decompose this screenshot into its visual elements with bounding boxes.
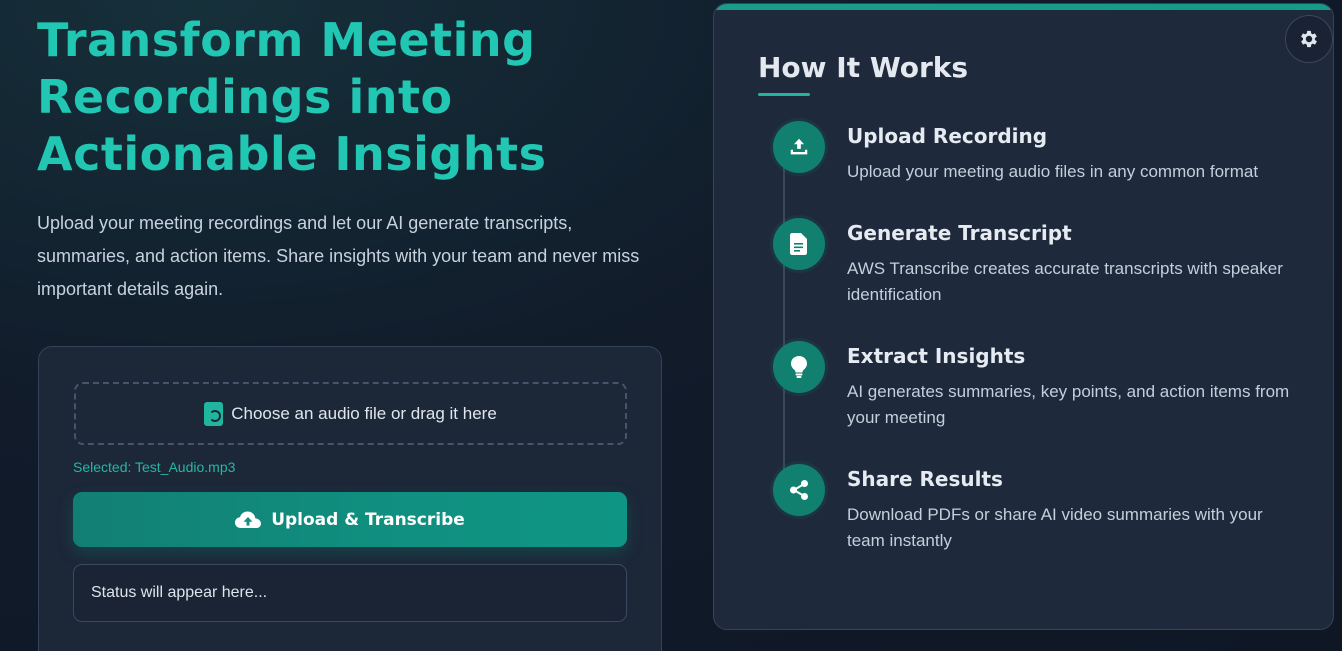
step-desc: AI generates summaries, key points, and … <box>847 382 1290 427</box>
dropzone-label: Choose an audio file or drag it here <box>231 403 497 423</box>
step-desc: Download PDFs or share AI video summarie… <box>847 505 1263 550</box>
document-icon <box>773 218 825 270</box>
lightbulb-icon <box>773 341 825 393</box>
share-icon <box>773 464 825 516</box>
step-desc: Upload your meeting audio files in any c… <box>847 162 1259 181</box>
audio-file-icon <box>204 401 224 426</box>
upload-card: Choose an audio file or drag it here Sel… <box>38 346 662 651</box>
page: Transform Meeting Recordings into Action… <box>0 0 1342 651</box>
title-underline <box>758 93 810 96</box>
gear-icon <box>1301 30 1317 48</box>
cloud-upload-icon <box>235 511 262 528</box>
step-title: Upload Recording <box>847 124 1048 148</box>
hero-title: Transform Meeting Recordings into Action… <box>37 13 547 181</box>
step-title: Share Results <box>847 467 1003 491</box>
step-desc: AWS Transcribe creates accurate transcri… <box>847 259 1283 304</box>
selected-file-text: Selected: Test_Audio.mp3 <box>73 459 236 475</box>
settings-button[interactable] <box>1285 15 1333 63</box>
audio-dropzone[interactable]: Choose an audio file or drag it here <box>74 382 627 445</box>
hero-subtitle: Upload your meeting recordings and let o… <box>37 213 640 299</box>
status-text: Status will appear here... <box>91 584 268 601</box>
status-box: Status will appear here... <box>73 564 627 622</box>
step-title: Generate Transcript <box>847 221 1072 245</box>
upload-icon <box>773 121 825 173</box>
how-it-works-title: How It Works <box>758 51 969 84</box>
upload-button-label: Upload & Transcribe <box>271 509 465 530</box>
upload-transcribe-button[interactable]: Upload & Transcribe <box>73 492 627 547</box>
timeline-line <box>783 147 785 487</box>
step-title: Extract Insights <box>847 344 1026 368</box>
how-it-works-card: How It Works Upload Recording Upload you… <box>713 3 1334 630</box>
